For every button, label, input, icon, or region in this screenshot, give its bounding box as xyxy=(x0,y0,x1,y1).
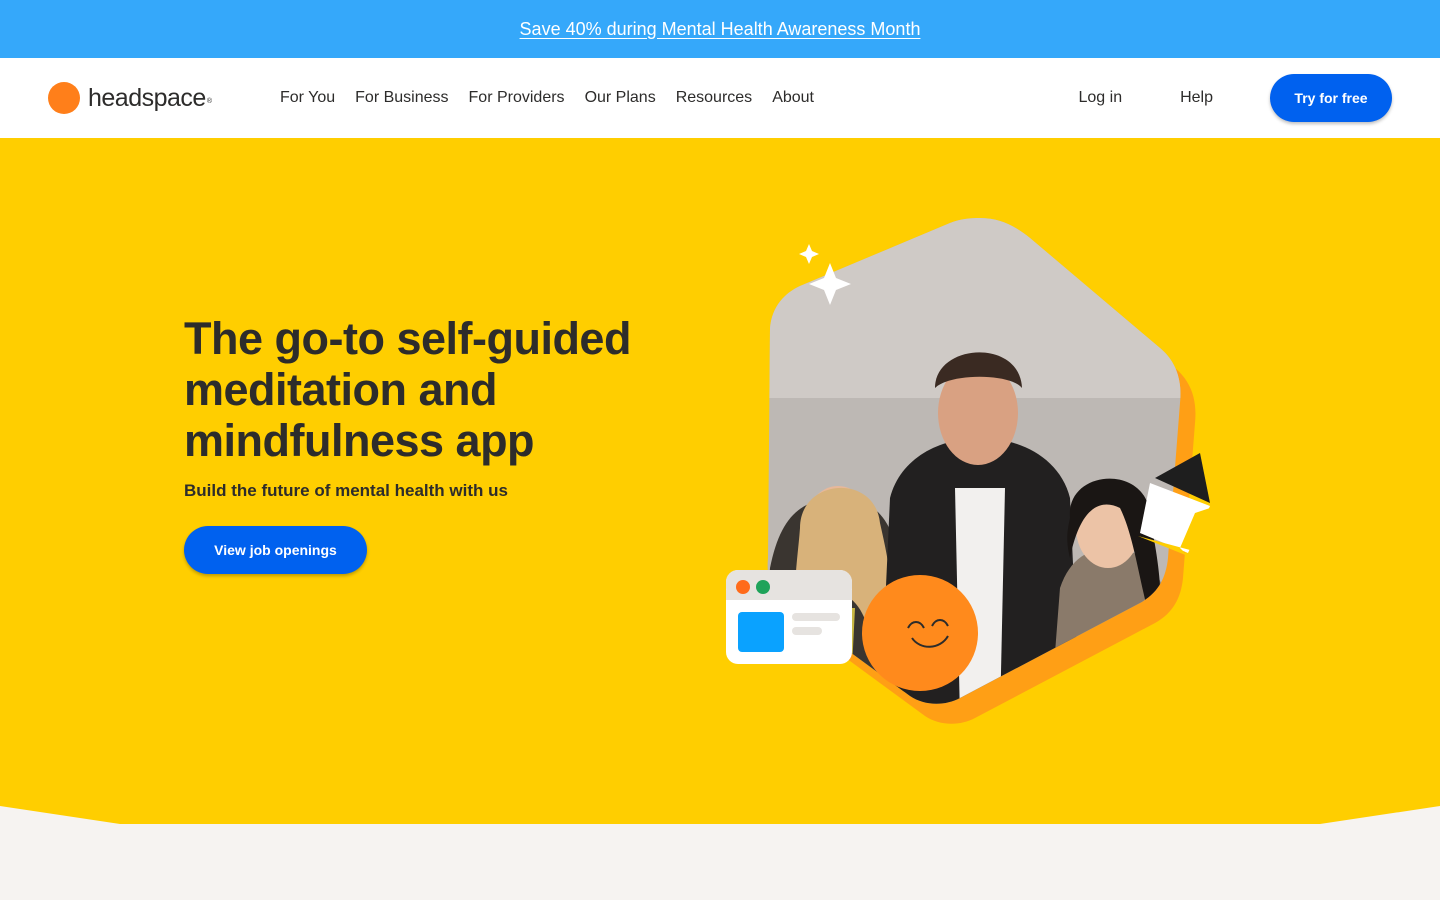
login-link[interactable]: Log in xyxy=(1079,89,1123,107)
hero-section: The go-to self-guided meditation and min… xyxy=(0,138,1440,824)
help-link[interactable]: Help xyxy=(1180,89,1213,107)
headspace-logo[interactable]: headspace ® xyxy=(48,82,212,114)
top-navigation: headspace ® For You For Business For Pro… xyxy=(0,58,1440,138)
nav-links: For You For Business For Providers Our P… xyxy=(270,58,824,138)
brand-name: headspace xyxy=(88,83,206,112)
promo-banner: Save 40% during Mental Health Awareness … xyxy=(0,0,1440,58)
nav-link-our-plans[interactable]: Our Plans xyxy=(575,89,666,107)
sparkle-icon-small xyxy=(799,244,819,264)
try-for-free-button[interactable]: Try for free xyxy=(1270,74,1392,122)
nav-link-for-business[interactable]: For Business xyxy=(345,89,458,107)
orange-smiley-ball xyxy=(862,575,978,691)
nav-link-for-you[interactable]: For You xyxy=(270,89,345,107)
promo-link[interactable]: Save 40% during Mental Health Awareness … xyxy=(520,19,921,40)
app-window-card-icon xyxy=(726,570,852,664)
trademark: ® xyxy=(206,97,212,105)
nav-link-about[interactable]: About xyxy=(762,89,824,107)
nav-link-resources[interactable]: Resources xyxy=(666,89,762,107)
headspace-logo-icon xyxy=(48,82,80,114)
nav-actions: Log in Help Try for free xyxy=(1079,58,1392,138)
nav-link-for-providers[interactable]: For Providers xyxy=(459,89,575,107)
hero-illustration xyxy=(726,218,1210,724)
